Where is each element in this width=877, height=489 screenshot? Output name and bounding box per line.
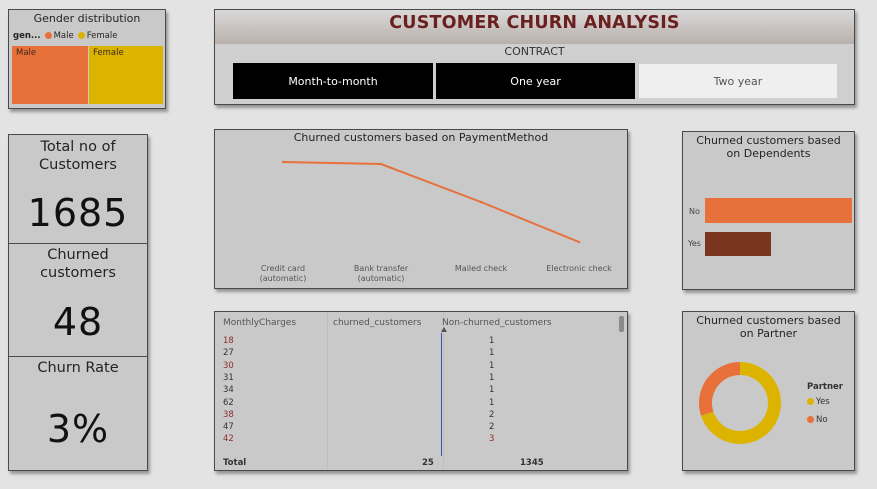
legend-male[interactable]: Male xyxy=(44,31,74,41)
header-monthly-charges[interactable]: MonthlyCharges xyxy=(223,318,296,328)
total-label: Total xyxy=(223,458,247,468)
no-dot-icon xyxy=(807,416,814,423)
kpi-label: Churn Rate xyxy=(37,360,119,376)
table-cell-charge: 18 xyxy=(223,336,234,346)
dependents-title: Churned customers based on Dependents xyxy=(696,134,841,160)
x-tick-label: Electronic check xyxy=(546,264,612,273)
kpi-value: 48 xyxy=(52,300,104,344)
table-cell-non-churned: 3 xyxy=(489,434,495,445)
bar-label-yes: Yes xyxy=(688,239,701,248)
gender-legend-title: gen... xyxy=(13,31,41,41)
partner-legend-title: Partner xyxy=(807,382,844,392)
gender-distribution-card: Gender distribution gen... Male Female M… xyxy=(8,9,166,109)
dependents-bar-yes[interactable] xyxy=(705,232,772,256)
treemap-tile-male[interactable]: Male xyxy=(12,46,88,104)
table-cell-non-churned: 1 xyxy=(489,348,495,359)
legend-no[interactable]: No xyxy=(807,415,828,425)
table-cell-non-churned: 1 xyxy=(489,372,495,383)
table-cell-non-churned: 1 xyxy=(489,397,495,408)
contract-option-one-year[interactable]: One year xyxy=(436,63,635,99)
table-cell-charge: 31 xyxy=(223,372,234,383)
kpi-value: 3% xyxy=(46,407,110,451)
payment-point-3[interactable] xyxy=(577,240,581,244)
kpi-churn-rate: Churn Rate 3% xyxy=(8,356,148,471)
dependents-chart: Churned customers based on Dependents No… xyxy=(682,131,855,290)
x-tick-label: Bank transfer (automatic) xyxy=(353,264,409,283)
total-non-churned: 1345 xyxy=(520,458,544,468)
monthly-charges-table: MonthlyCharges churned_customers Non-chu… xyxy=(214,311,628,471)
partner-chart: Churned customers based on Partner Partn… xyxy=(682,311,855,471)
churned-data-bar-line xyxy=(441,333,442,456)
gender-legend: gen... Male Female xyxy=(13,31,117,41)
total-churned: 25 xyxy=(422,458,434,468)
table-cell-charge: 30 xyxy=(223,360,234,371)
kpi-value: 1685 xyxy=(27,191,129,235)
table-cell-charge: 62 xyxy=(223,397,234,408)
sort-arrow-icon xyxy=(441,327,447,332)
table-cell-charge: 27 xyxy=(223,348,234,359)
female-dot-icon xyxy=(77,32,85,39)
male-dot-icon xyxy=(44,32,52,39)
kpi-label: Churned customers xyxy=(40,247,116,281)
gender-title: Gender distribution xyxy=(33,12,141,25)
contract-label: CONTRACT xyxy=(504,45,565,58)
header-card: CUSTOMER CHURN ANALYSIS CONTRACT Month-t… xyxy=(214,9,855,105)
payment-series-line[interactable] xyxy=(282,161,580,243)
donut-slice-no[interactable] xyxy=(699,362,740,416)
header-churned-customers[interactable]: churned_customers xyxy=(333,318,421,328)
payment-point-2[interactable] xyxy=(479,200,483,204)
legend-female[interactable]: Female xyxy=(77,31,117,41)
table-cell-non-churned: 2 xyxy=(489,422,495,433)
partner-title: Churned customers based on Partner xyxy=(696,314,841,340)
kpi-label: Total no of Customers xyxy=(39,139,117,173)
table-cell-charge: 38 xyxy=(223,409,234,420)
table-scrollbar[interactable] xyxy=(619,316,624,332)
table-cell-charge: 42 xyxy=(223,434,234,445)
legend-yes[interactable]: Yes xyxy=(807,397,830,407)
column-separator xyxy=(443,312,444,470)
column-separator xyxy=(327,312,328,470)
payment-point-0[interactable] xyxy=(281,160,285,164)
table-cell-non-churned: 1 xyxy=(489,360,495,371)
kpi-total-customers: Total no of Customers 1685 xyxy=(8,134,148,244)
kpi-churned-customers: Churned customers 48 xyxy=(8,243,148,357)
table-cell-non-churned: 1 xyxy=(489,336,495,346)
contract-option-two-year[interactable]: Two year xyxy=(638,63,838,99)
page-title: CUSTOMER CHURN ANALYSIS xyxy=(389,13,680,33)
contract-option-month-to-month[interactable]: Month-to-month xyxy=(233,63,433,99)
x-tick-label: Mailed check xyxy=(454,264,508,273)
yes-dot-icon xyxy=(807,398,814,405)
kpi-stack: Total no of Customers 1685 Churned custo… xyxy=(8,134,148,471)
payment-method-chart: Churned customers based on PaymentMethod… xyxy=(214,129,628,289)
table-cell-charge: 34 xyxy=(223,385,234,396)
table-cell-non-churned: 2 xyxy=(489,409,495,420)
header-non-churned-customers[interactable]: Non-churned_customers xyxy=(442,318,552,328)
x-tick-label: Credit card (automatic) xyxy=(259,264,307,283)
table-cell-non-churned: 1 xyxy=(489,385,495,396)
treemap-tile-female[interactable]: Female xyxy=(89,46,163,104)
partner-donut-svg xyxy=(699,362,781,444)
bar-label-no: No xyxy=(689,207,700,216)
dependents-bar-no[interactable] xyxy=(705,198,852,223)
table-cell-charge: 47 xyxy=(223,422,234,433)
payment-point-1[interactable] xyxy=(379,162,383,166)
